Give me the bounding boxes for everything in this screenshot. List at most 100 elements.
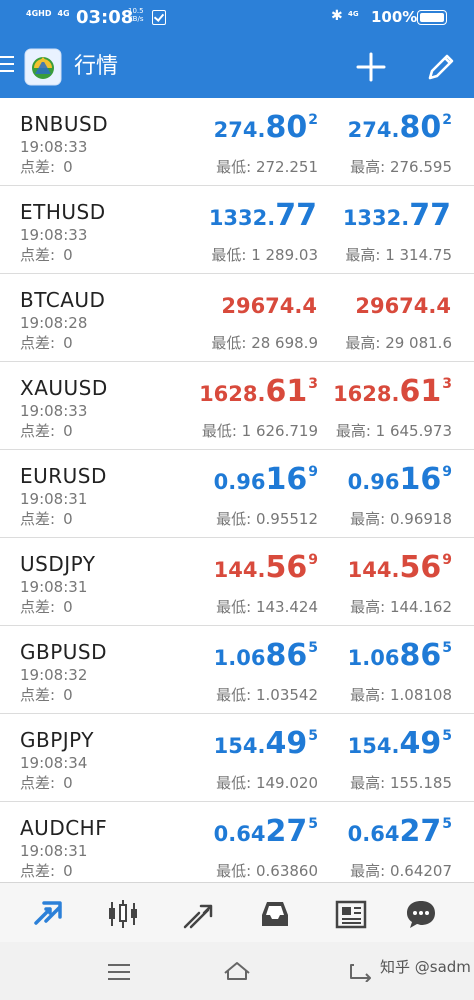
bid-price-fraction: 3 bbox=[308, 376, 318, 392]
news-icon bbox=[335, 900, 367, 929]
ask-price-pips: 16 bbox=[399, 462, 442, 497]
bottom-tab-bar bbox=[0, 882, 474, 943]
symbol-name: USDJPY bbox=[20, 552, 96, 576]
bid-price-lead: 0.64 bbox=[213, 822, 266, 846]
ask-price[interactable]: 0.96169 bbox=[348, 462, 452, 497]
chat-icon bbox=[407, 901, 435, 928]
ask-price-lead: 1332. bbox=[342, 206, 410, 230]
high-price: 最高: 1.08108 bbox=[350, 686, 452, 704]
bid-price-pips: 16 bbox=[265, 462, 308, 497]
bid-price-pips: 86 bbox=[265, 638, 308, 673]
spread: 点差: 0 bbox=[20, 332, 73, 353]
ask-price[interactable]: 0.64275 bbox=[348, 814, 452, 849]
ask-price-fraction: 9 bbox=[442, 464, 452, 480]
spread-label: 点差: bbox=[20, 686, 56, 704]
network-type-2: 4G bbox=[57, 9, 70, 18]
ask-price-lead: 29674.4 bbox=[355, 294, 451, 318]
tab-quotes[interactable] bbox=[32, 897, 66, 931]
ask-price-lead: 0.64 bbox=[347, 822, 400, 846]
ask-price[interactable]: 144.569 bbox=[348, 550, 452, 585]
home-icon[interactable] bbox=[222, 960, 252, 982]
bid-price[interactable]: 1.06865 bbox=[214, 638, 318, 673]
ask-price-pips: 80 bbox=[399, 110, 442, 145]
quote-row-bnbusd[interactable]: BNBUSD 19:08:33 点差: 0 274.802 274.802 最低:… bbox=[0, 98, 474, 186]
spread-label: 点差: bbox=[20, 334, 56, 352]
quote-time: 19:08:33 bbox=[20, 226, 88, 244]
high-price: 最高: 1 645.973 bbox=[335, 422, 452, 440]
quote-row-gbpjpy[interactable]: GBPJPY 19:08:34 点差: 0 154.495 154.495 最低:… bbox=[0, 714, 474, 802]
ask-price[interactable]: 274.802 bbox=[348, 110, 452, 145]
signal-icon: 4G bbox=[348, 10, 359, 18]
tab-news[interactable] bbox=[334, 897, 368, 931]
spread-label: 点差: bbox=[20, 246, 56, 264]
quote-row-xauusd[interactable]: XAUUSD 19:08:33 点差: 0 1628.613 1628.613 最… bbox=[0, 362, 474, 450]
quote-row-gbpusd[interactable]: GBPUSD 19:08:32 点差: 0 1.06865 1.06865 最低:… bbox=[0, 626, 474, 714]
network-speed-unit: KB/s bbox=[128, 15, 144, 23]
candlestick-chart-icon bbox=[109, 900, 137, 928]
ask-price[interactable]: 1.06865 bbox=[348, 638, 452, 673]
tab-chart[interactable] bbox=[106, 897, 140, 931]
ask-price-lead: 1.06 bbox=[347, 646, 400, 670]
network-indicator: 4GHD 4G bbox=[26, 9, 76, 18]
symbol-name: BNBUSD bbox=[20, 112, 109, 136]
bid-price[interactable]: 144.569 bbox=[214, 550, 318, 585]
ask-price[interactable]: 1628.613 bbox=[333, 374, 452, 409]
quote-row-audchf[interactable]: AUDCHF 19:08:31 点差: 0 0.64275 0.64275 最低:… bbox=[0, 802, 474, 882]
spread-value: 0 bbox=[63, 510, 73, 528]
spread-label: 点差: bbox=[20, 422, 56, 440]
recent-apps-icon[interactable] bbox=[108, 964, 130, 985]
add-symbol-button[interactable] bbox=[354, 50, 388, 84]
network-type-1: 4GHD bbox=[26, 9, 52, 18]
low-price: 最低: 1.03542 bbox=[216, 686, 318, 704]
watermark-text: 知乎 @sadm bbox=[380, 958, 471, 976]
spread: 点差: 0 bbox=[20, 860, 73, 881]
quote-row-btcaud[interactable]: BTCAUD 19:08:28 点差: 0 29674.4 29674.4 最低:… bbox=[0, 274, 474, 362]
back-icon[interactable] bbox=[348, 962, 374, 983]
edit-button[interactable] bbox=[424, 50, 458, 84]
ask-price[interactable]: 29674.4 bbox=[355, 286, 452, 321]
spread-label: 点差: bbox=[20, 598, 56, 616]
bid-price[interactable]: 0.64275 bbox=[214, 814, 318, 849]
menu-icon[interactable] bbox=[0, 56, 16, 78]
ask-price-fraction: 5 bbox=[442, 816, 452, 832]
quote-time: 19:08:33 bbox=[20, 138, 88, 156]
bid-price[interactable]: 274.802 bbox=[214, 110, 318, 145]
quotes-arrows-icon bbox=[34, 901, 62, 925]
bid-price-lead: 1628. bbox=[199, 382, 266, 406]
quote-row-usdjpy[interactable]: USDJPY 19:08:31 点差: 0 144.569 144.569 最低:… bbox=[0, 538, 474, 626]
bid-price-lead: 29674.4 bbox=[221, 294, 317, 318]
low-price: 最低: 0.63860 bbox=[216, 862, 318, 880]
status-bar: 4GHD 4G 03:08 10.5 KB/s ✱ 4G 100% bbox=[0, 0, 474, 36]
tab-chat[interactable] bbox=[404, 897, 438, 931]
bid-price-pips: 61 bbox=[265, 374, 308, 409]
ask-price-fraction: 9 bbox=[442, 552, 452, 568]
ask-price-fraction: 2 bbox=[442, 112, 452, 128]
quote-row-eurusd[interactable]: EURUSD 19:08:31 点差: 0 0.96169 0.96169 最低:… bbox=[0, 450, 474, 538]
app-logo-icon[interactable] bbox=[24, 48, 62, 86]
quote-list[interactable]: BNBUSD 19:08:33 点差: 0 274.802 274.802 最低:… bbox=[0, 98, 474, 882]
tab-history[interactable] bbox=[258, 897, 292, 931]
ask-price-fraction: 3 bbox=[442, 376, 452, 392]
bid-price[interactable]: 1628.613 bbox=[199, 374, 318, 409]
ask-price-pips: 56 bbox=[399, 550, 442, 585]
page-title: 行情 bbox=[74, 54, 119, 79]
spread-label: 点差: bbox=[20, 774, 56, 792]
quote-row-ethusd[interactable]: ETHUSD 19:08:33 点差: 0 1332.77 1332.77 最低:… bbox=[0, 186, 474, 274]
network-speed: 10.5 KB/s bbox=[128, 7, 144, 23]
quote-time: 19:08:31 bbox=[20, 578, 88, 596]
ask-price[interactable]: 1332.77 bbox=[343, 198, 452, 233]
high-price: 最高: 155.185 bbox=[350, 774, 452, 792]
spread: 点差: 0 bbox=[20, 596, 73, 617]
bid-price[interactable]: 29674.4 bbox=[221, 286, 318, 321]
ask-price[interactable]: 154.495 bbox=[348, 726, 452, 761]
tab-trade[interactable] bbox=[182, 897, 216, 931]
ask-price-lead: 144. bbox=[347, 558, 400, 582]
bid-price[interactable]: 154.495 bbox=[214, 726, 318, 761]
pencil-icon bbox=[428, 54, 454, 80]
bid-price[interactable]: 1332.77 bbox=[209, 198, 318, 233]
spread: 点差: 0 bbox=[20, 244, 73, 265]
spread-value: 0 bbox=[63, 422, 73, 440]
high-price: 最高: 0.64207 bbox=[350, 862, 452, 880]
bid-price[interactable]: 0.96169 bbox=[214, 462, 318, 497]
trade-trend-icon bbox=[183, 904, 213, 929]
